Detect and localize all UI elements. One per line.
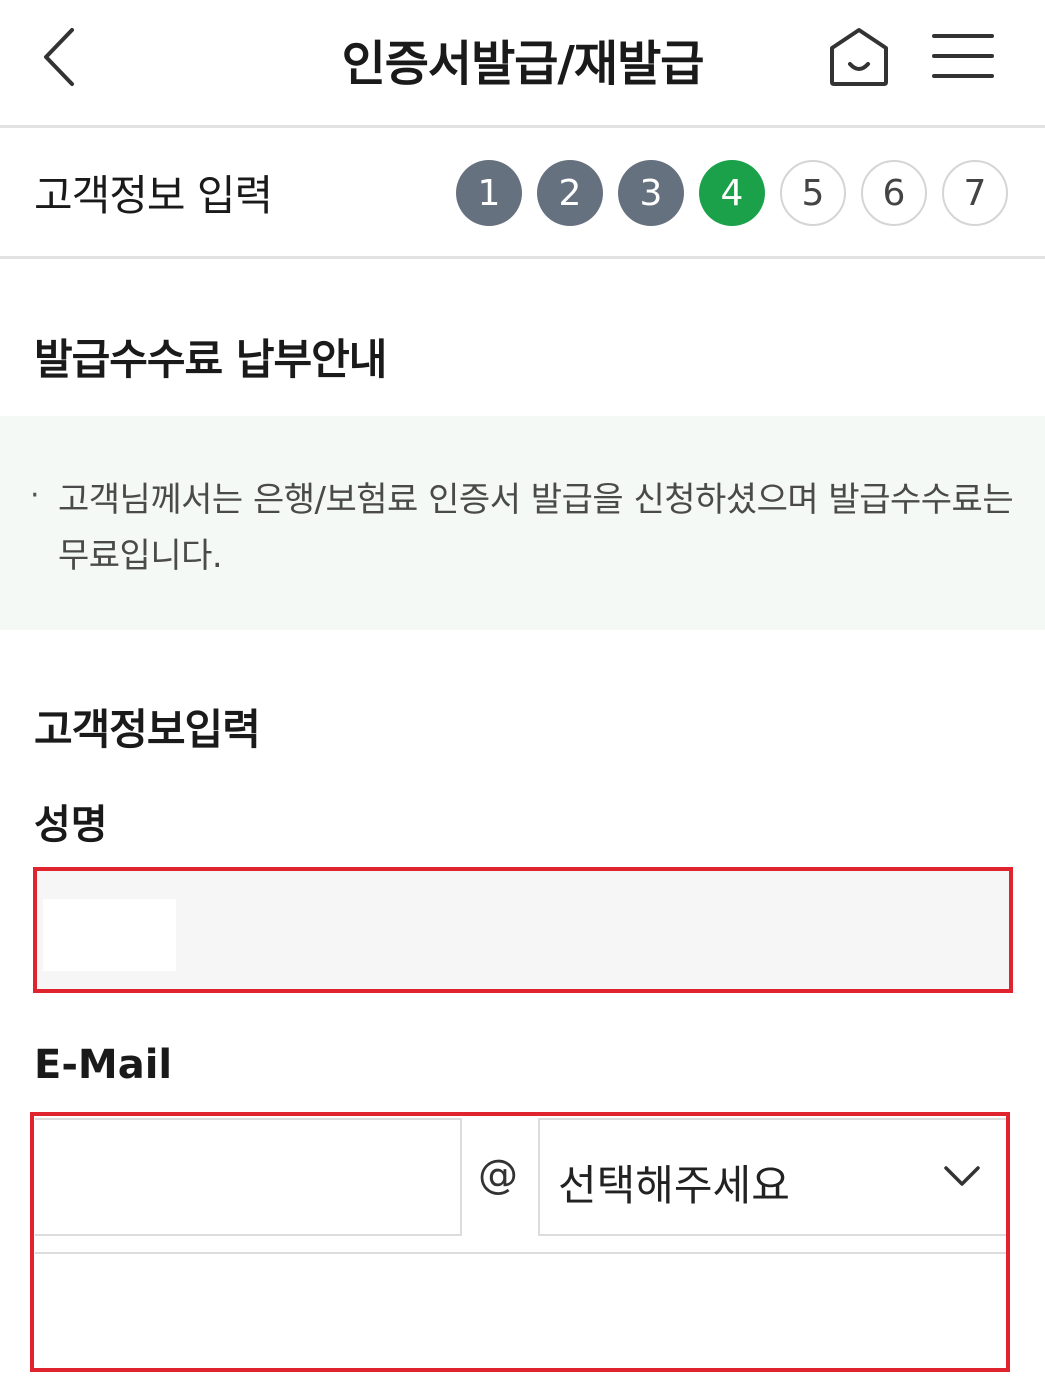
step-indicators: 1 2 3 4 5 6 7	[456, 160, 1023, 226]
step-3: 3	[618, 160, 684, 226]
home-button[interactable]	[826, 24, 892, 90]
fee-notice-text: 고객님께서는 은행/보험료 인증서 발급을 신청하셨으며 발급수수료는 무료입니…	[58, 480, 1014, 576]
name-field-highlight	[33, 867, 1013, 993]
step-title: 고객정보 입력	[34, 171, 273, 220]
domain-select-value: 선택해주세요	[558, 1161, 790, 1210]
top-header: 인증서발급/재발급	[0, 0, 1045, 128]
step-6: 6	[861, 160, 927, 226]
chevron-down-icon	[944, 1166, 980, 1186]
step-5: 5	[780, 160, 846, 226]
step-7: 7	[942, 160, 1008, 226]
notice-bullet: ·	[30, 478, 40, 513]
name-input[interactable]	[43, 899, 176, 971]
email-id-input[interactable]	[35, 1118, 462, 1236]
at-sign: @	[478, 1152, 518, 1198]
hamburger-menu-icon	[932, 34, 994, 78]
email-label: E-Mail	[34, 1042, 173, 1088]
step-1: 1	[456, 160, 522, 226]
fee-notice-heading: 발급수수료 납부안내	[34, 335, 387, 384]
customer-info-heading: 고객정보입력	[34, 705, 261, 754]
email-domain-select[interactable]: 선택해주세요	[538, 1118, 1006, 1236]
name-label: 성명	[34, 802, 108, 848]
step-4-current: 4	[699, 160, 765, 226]
step-progress-bar: 고객정보 입력 1 2 3 4 5 6 7	[0, 128, 1045, 259]
step-2: 2	[537, 160, 603, 226]
menu-button[interactable]	[930, 30, 996, 82]
email-domain-direct-input[interactable]	[35, 1252, 1006, 1368]
home-icon	[830, 28, 888, 86]
